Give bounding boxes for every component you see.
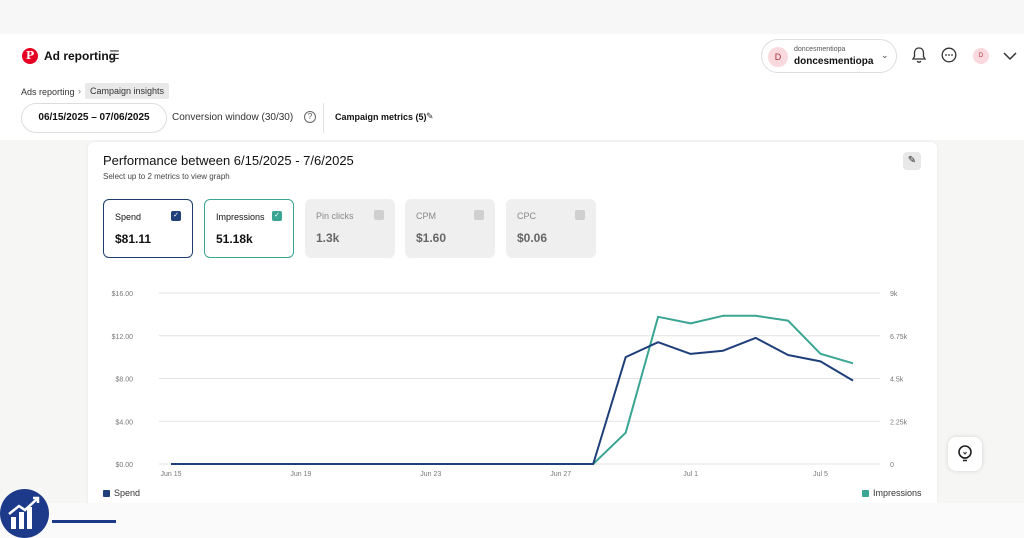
y-right-tick-label: 9k (890, 291, 898, 298)
account-switcher[interactable]: D doncesmentiopa doncesmentiopa ⌄ (761, 39, 897, 73)
campaign-metrics-button[interactable]: Campaign metrics (5) (335, 112, 427, 122)
metric-card-cpc[interactable]: CPC $0.06 (506, 199, 596, 258)
legend-impressions: Impressions (862, 488, 922, 498)
series-line-impressions (171, 314, 854, 465)
bar-chart-icon (8, 496, 40, 529)
messages-icon[interactable] (940, 46, 958, 64)
pencil-icon[interactable]: ✎ (426, 111, 434, 122)
metric-label: Impressions (216, 212, 265, 222)
breadcrumb-campaign-insights[interactable]: Campaign insights (85, 83, 170, 99)
performance-line-chart: $0.00 0 $4.00 2.25k $8.00 4.5k $12.00 6.75k $16.… (112, 291, 908, 478)
conversion-window-label[interactable]: Conversion window (30/30) (172, 112, 293, 123)
y-right-tick-label: 6.75k (890, 334, 908, 341)
series-line-spend (171, 336, 854, 465)
y-left-tick-label: $8.00 (115, 377, 133, 384)
metric-label: Pin clicks (316, 211, 354, 221)
divider (323, 103, 324, 133)
y-left-tick-label: $12.00 (112, 334, 134, 341)
legend-swatch (103, 490, 110, 497)
breadcrumb-ads-reporting[interactable]: Ads reporting (21, 87, 75, 97)
x-tick-label: Jun 19 (290, 471, 311, 478)
x-tick-label: Jul 5 (813, 471, 828, 478)
metric-card-spend[interactable]: Spend $81.11 ✓ (103, 199, 193, 258)
metric-value: $0.06 (517, 231, 548, 245)
app-title: Ad reporting (44, 49, 116, 63)
legend-spend: Spend (103, 488, 140, 498)
legend-label: Impressions (873, 488, 922, 498)
checkbox-unchecked-icon[interactable] (575, 210, 585, 220)
legend-label: Spend (114, 488, 141, 498)
x-tick-label: Jul 1 (683, 471, 698, 478)
chevron-down-icon[interactable] (1002, 48, 1018, 64)
metric-label: CPC (517, 211, 537, 221)
y-right-tick-label: 2.25k (890, 419, 908, 426)
account-avatar: D (768, 47, 788, 67)
metric-value: 1.3k (316, 231, 340, 245)
y-left-tick-label: $4.00 (115, 419, 133, 426)
metric-card-impressions[interactable]: Impressions 51.18k ✓ (204, 199, 294, 258)
breadcrumb-separator-icon: › (78, 86, 81, 96)
date-range-button[interactable]: 06/15/2025 – 07/06/2025 (21, 103, 167, 133)
legend-swatch (862, 490, 869, 497)
checkbox-checked-icon[interactable]: ✓ (171, 211, 181, 221)
checkbox-unchecked-icon[interactable] (474, 210, 484, 220)
performance-subtitle: Select up to 2 metrics to view graph (103, 172, 230, 181)
site-chart-logo (0, 489, 49, 538)
edit-pencil-icon[interactable]: ✎ (903, 152, 921, 170)
x-tick-label: Jun 27 (550, 471, 571, 478)
account-small-label: doncesmentiopa (794, 46, 846, 53)
x-tick-label: Jun 23 (420, 471, 441, 478)
metric-label: CPM (416, 211, 436, 221)
lightbulb-button[interactable] (948, 437, 982, 471)
top-strip (0, 0, 1024, 34)
metric-label: Spend (115, 212, 142, 222)
y-left-tick-label: $0.00 (115, 462, 133, 469)
user-avatar[interactable]: D (973, 48, 989, 64)
metric-card-pin-clicks[interactable]: Pin clicks 1.3k (305, 199, 395, 258)
lightbulb-icon (958, 445, 972, 462)
account-name: doncesmentiopa (794, 56, 874, 67)
chevron-down-icon: ⌄ (881, 50, 889, 60)
checkbox-unchecked-icon[interactable] (374, 210, 384, 220)
checkbox-checked-icon[interactable]: ✓ (272, 211, 282, 221)
bell-icon[interactable] (910, 46, 928, 64)
help-icon[interactable]: ? (304, 111, 316, 123)
footer-strip (0, 503, 1024, 538)
y-right-tick-label: 4.5k (890, 377, 904, 384)
pinterest-logo-icon[interactable]: P (22, 48, 38, 64)
y-right-tick-label: 0 (890, 462, 894, 469)
x-tick-label: Jun 15 (160, 471, 181, 478)
performance-title: Performance between 6/15/2025 - 7/6/2025 (103, 153, 354, 168)
metric-value: $81.11 (115, 232, 152, 246)
metric-value: $1.60 (416, 231, 447, 245)
metric-value: 51.18k (216, 232, 253, 246)
logo-underline (52, 520, 116, 523)
hamburger-menu-icon[interactable]: ☰ (109, 48, 120, 62)
y-left-tick-label: $16.00 (112, 291, 134, 298)
metric-card-cpm[interactable]: CPM $1.60 (405, 199, 495, 258)
